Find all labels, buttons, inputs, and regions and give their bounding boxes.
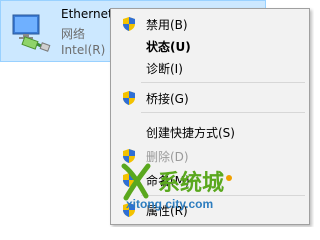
- menu-item-label: 桥接(G): [146, 92, 189, 106]
- menu-item-label: 禁用(B): [146, 18, 188, 32]
- menu-item-label: 删除(D): [146, 150, 189, 164]
- adapter-name: Ethernet: [61, 7, 113, 21]
- network-adapter-icon: [12, 14, 51, 52]
- menu-item-label: 属性(R): [146, 204, 188, 218]
- menu-separator: [141, 82, 305, 83]
- uac-shield-icon: [123, 91, 135, 105]
- menu-item-label: 创建快捷方式(S): [146, 126, 235, 140]
- menu-item-properties[interactable]: 属性(R): [113, 199, 307, 221]
- menu-item-diagnose[interactable]: 诊断(I): [113, 57, 307, 79]
- menu-item-delete[interactable]: 删除(D): [113, 145, 307, 167]
- adapter-status: 网络: [61, 27, 86, 41]
- uac-shield-icon: [123, 149, 135, 163]
- menu-item-rename[interactable]: 命名(M): [113, 169, 307, 191]
- menu-item-label: 状态(U): [146, 40, 191, 54]
- menu-item-label: 诊断(I): [146, 62, 183, 76]
- context-menu: 禁用(B) 状态(U) 诊断(I) 桥接(G) 创建快捷方式(S) 删除(D) …: [110, 8, 310, 225]
- menu-item-label: 命名(M): [146, 174, 190, 188]
- menu-item-create-shortcut[interactable]: 创建快捷方式(S): [113, 121, 307, 143]
- menu-separator: [141, 112, 305, 113]
- menu-item-bridge[interactable]: 桥接(G): [113, 87, 307, 109]
- menu-separator: [141, 195, 305, 196]
- uac-shield-icon: [123, 173, 135, 187]
- uac-shield-icon: [123, 17, 135, 31]
- menu-item-disable[interactable]: 禁用(B): [113, 13, 307, 35]
- network-connections-window: Ethernet 网络 Intel(R) 8 禁用(B) 状态(U) 诊断(I): [0, 0, 314, 227]
- menu-item-status[interactable]: 状态(U): [113, 35, 307, 57]
- uac-shield-icon: [123, 203, 135, 217]
- adapter-device: Intel(R) 8: [61, 43, 117, 57]
